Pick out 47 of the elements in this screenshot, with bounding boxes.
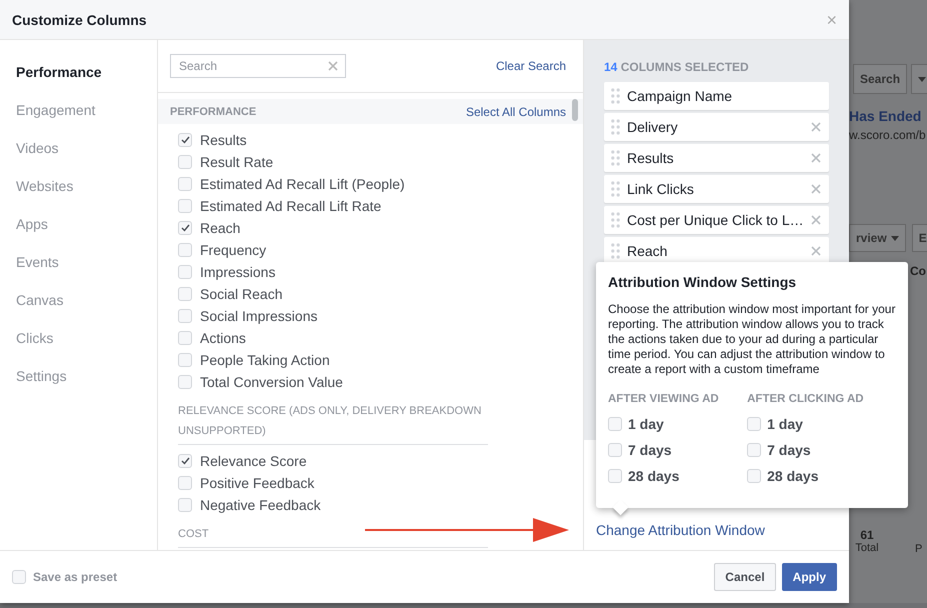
column-option[interactable]: Result Rate <box>178 151 583 173</box>
section-title: PERFORMANCE <box>170 106 256 118</box>
selected-column[interactable]: Link Clicks <box>604 175 829 203</box>
selected-column[interactable]: Delivery <box>604 113 829 141</box>
window-option[interactable]: 7 days <box>747 437 896 463</box>
column-option[interactable]: Frequency <box>178 239 583 261</box>
column-option[interactable]: Impressions <box>178 261 583 283</box>
group-heading: AFTER VIEWING AD <box>608 393 720 405</box>
column-option[interactable]: People Taking Action <box>178 349 583 371</box>
dialog-title: Customize Columns <box>12 12 147 28</box>
selected-column[interactable]: Campaign Name <box>604 82 829 110</box>
total-label: Total <box>855 542 879 554</box>
selected-count: 14 COLUMNS SELECTED <box>604 60 750 74</box>
window-option[interactable]: 28 days <box>608 463 730 489</box>
column-option[interactable]: Relevance Score <box>178 450 583 472</box>
ad-url: w.scoro.com/b <box>849 128 927 142</box>
column-option[interactable]: Estimated Ad Recall Lift (People) <box>178 173 583 195</box>
window-option[interactable]: 7 days <box>608 437 730 463</box>
selected-column[interactable]: Cost per Unique Click to L… <box>604 206 829 234</box>
column-option[interactable]: Actions <box>178 327 583 349</box>
group-heading: AFTER CLICKING AD <box>747 393 865 405</box>
ad-title: Has Ended <box>849 108 922 124</box>
window-option[interactable]: 1 day <box>747 411 896 437</box>
section-title: RELEVANCE SCORE (ADS ONLY, DELIVERY BREAKDOWN UNSUPPORTED) <box>178 401 488 445</box>
change-attribution-link[interactable]: Change Attribution Window <box>596 522 765 538</box>
column-option[interactable]: Negative Feedback <box>178 494 583 516</box>
popover-title: Attribution Window Settings <box>608 274 798 290</box>
selected-column[interactable]: Results <box>604 144 829 172</box>
popover-description: Choose the attribution window most important for your reporting. The attribution window allows you to track the actions taken due to your ad during a particular time period. You can adjust the attribution window to create a report with a custom timeframe <box>608 302 896 377</box>
window-option[interactable]: 28 days <box>747 463 896 489</box>
cancel-button[interactable]: Cancel <box>714 563 776 591</box>
total-value: 61 <box>860 528 874 542</box>
nav-item[interactable]: Performance <box>16 62 157 100</box>
apply-button[interactable]: Apply <box>782 563 837 591</box>
column-option[interactable]: Estimated Ad Recall Lift Rate <box>178 195 583 217</box>
column-header: Co <box>910 264 927 278</box>
column-option[interactable]: Results <box>178 129 583 151</box>
window-option[interactable]: 1 day <box>608 411 730 437</box>
column-option[interactable]: Positive Feedback <box>178 472 583 494</box>
column-label: P <box>915 543 922 555</box>
column-option[interactable]: Social Reach <box>178 283 583 305</box>
column-option[interactable]: Reach <box>178 217 583 239</box>
select-all-link[interactable]: Select All Columns <box>466 104 566 118</box>
column-option[interactable]: Social Impressions <box>178 305 583 327</box>
column-option[interactable]: Total Conversion Value <box>178 371 583 393</box>
search-field[interactable]: Search <box>170 54 346 78</box>
clear-search-link[interactable]: Clear Search <box>496 59 566 73</box>
